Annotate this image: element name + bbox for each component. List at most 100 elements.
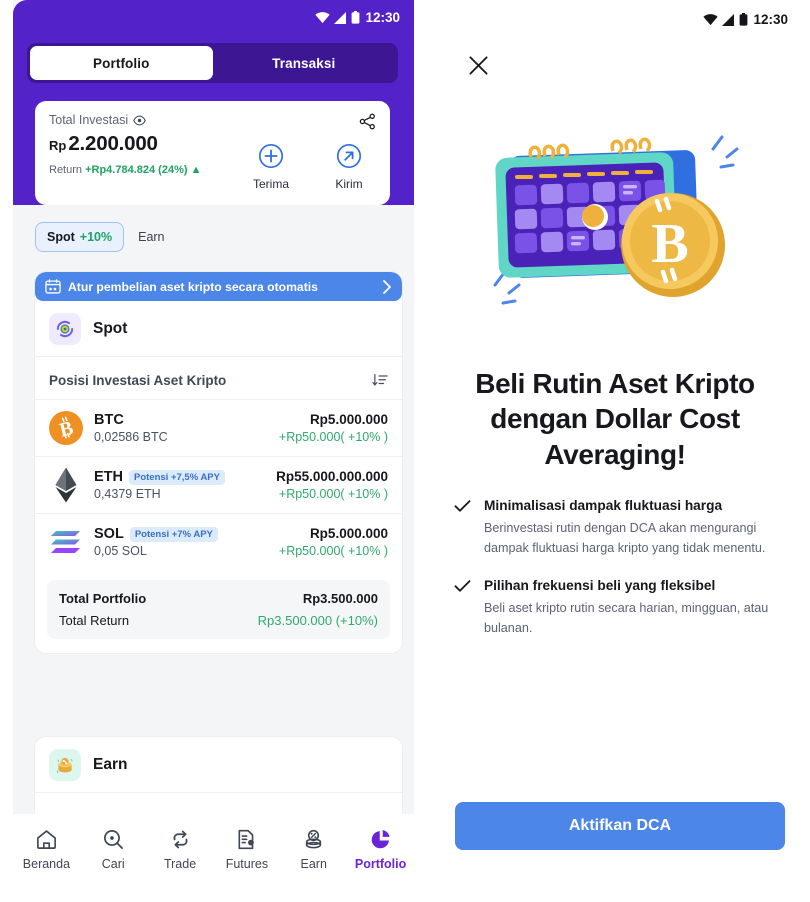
list-item: Pilihan frekuensi beli yang fleksibel Be… xyxy=(454,578,794,638)
dca-banner[interactable]: Atur pembelian aset kripto secara otomat… xyxy=(35,272,402,301)
total-portfolio-label: Total Portfolio xyxy=(59,591,147,606)
status-bar-icons xyxy=(315,11,360,24)
chip-earn[interactable]: Earn xyxy=(132,223,175,251)
tab-portfolio-label: Portfolio xyxy=(93,55,150,71)
calendar-bitcoin-illustration: B xyxy=(420,122,810,322)
ethereum-logo xyxy=(49,467,83,503)
document-icon xyxy=(213,826,280,852)
check-icon xyxy=(454,498,472,558)
signal-icon xyxy=(722,14,735,26)
feature-description: Berinvestasi rutin dengan DCA akan mengu… xyxy=(484,521,766,555)
nav-item-portfolio[interactable]: Portfolio xyxy=(347,826,414,871)
currency-prefix: Rp xyxy=(49,138,67,153)
chip-spot-label: Spot xyxy=(47,230,75,244)
nav-item-earn[interactable]: Earn xyxy=(280,826,347,871)
battery-icon xyxy=(352,11,360,24)
list-item: Minimalisasi dampak fluktuasi harga Beri… xyxy=(454,498,794,558)
spot-section-title: Spot xyxy=(93,319,128,337)
asset-info: BTC 0,02586 BTC xyxy=(94,412,268,444)
asset-value: Rp5.000.000 xyxy=(309,526,388,541)
status-bar-time: 12:30 xyxy=(365,10,400,25)
chevron-right-icon xyxy=(383,279,391,294)
check-icon xyxy=(454,578,472,638)
solana-logo xyxy=(49,525,83,559)
bitcoin-logo: B xyxy=(49,411,83,445)
arrow-up-right-circle-icon xyxy=(320,143,378,174)
status-bar-icons-right xyxy=(703,13,748,26)
nav-item-cari[interactable]: Cari xyxy=(80,826,147,871)
asset-apy-badge: Potensi +7,5% APY xyxy=(129,469,225,485)
balance-value: 2.200.000 xyxy=(68,132,158,155)
asset-name-row: BTC xyxy=(94,412,268,428)
positions-header: Posisi Investasi Aset Kripto xyxy=(35,357,402,399)
total-return-value: Rp3.500.000 (+10%) xyxy=(257,613,378,628)
total-portfolio-value: Rp3.500.000 xyxy=(302,591,378,606)
nav-item-futures-label: Futures xyxy=(225,857,269,871)
action-terima[interactable]: Terima xyxy=(242,143,300,191)
close-icon[interactable] xyxy=(465,52,491,78)
wifi-icon xyxy=(315,12,331,24)
nav-item-trade-label: Trade xyxy=(163,857,197,871)
calendar-repeat-icon xyxy=(45,279,61,294)
share-icon[interactable] xyxy=(359,113,376,135)
earn-section-title: Earn xyxy=(93,755,128,773)
table-row[interactable]: ETH Potensi +7,5% APY 0,4379 ETH Rp55.00… xyxy=(35,456,402,513)
chip-earn-label: Earn xyxy=(138,230,165,244)
dca-promo-panel: 12:30 B Beli Rutin Aset Kripto dengan Do… xyxy=(420,0,810,902)
feature-list: Minimalisasi dampak fluktuasi harga Beri… xyxy=(454,498,794,638)
asset-change: +Rp50.000( +10% ) xyxy=(278,544,388,558)
positions-title: Posisi Investasi Aset Kripto xyxy=(49,373,227,388)
asset-quantity: 0,02586 BTC xyxy=(94,430,168,444)
nav-item-beranda[interactable]: Beranda xyxy=(13,826,80,871)
eye-icon[interactable] xyxy=(133,114,146,127)
nav-item-futures[interactable]: Futures xyxy=(213,826,280,871)
asset-quantity: 0,05 SOL xyxy=(94,544,147,558)
spot-refresh-icon xyxy=(49,312,81,345)
total-investment-text: Total Investasi xyxy=(49,113,129,127)
pie-chart-icon xyxy=(347,826,414,852)
total-return-label: Total Return xyxy=(59,613,130,628)
dca-banner-text: Atur pembelian aset kripto secara otomat… xyxy=(68,279,318,294)
earn-coins-icon xyxy=(49,748,81,781)
battery-icon xyxy=(740,13,748,26)
asset-values: Rp55.000.000.000 +Rp50.000( +10% ) xyxy=(276,469,388,501)
chip-spot[interactable]: Spot +10% xyxy=(35,222,125,252)
filter-chips: Spot +10% Earn xyxy=(35,222,176,252)
totals-box: Total Portfolio Rp3.500.000 Total Return… xyxy=(47,580,390,639)
asset-values: Rp5.000.000 +Rp50.000( +10% ) xyxy=(279,526,388,558)
table-row[interactable]: SOL Potensi +7% APY 0,05 SOL Rp5.000.000… xyxy=(35,513,402,570)
asset-apy-badge: Potensi +7% APY xyxy=(129,526,218,542)
status-bar: 12:30 xyxy=(315,10,400,25)
asset-symbol: BTC xyxy=(94,412,124,428)
action-kirim-label: Kirim xyxy=(335,177,363,191)
feature-text: Pilihan frekuensi beli yang fleksibel Be… xyxy=(484,578,794,638)
status-bar-time-right: 12:30 xyxy=(753,12,788,27)
home-icon xyxy=(13,826,80,852)
tab-transaksi[interactable]: Transaksi xyxy=(213,46,396,80)
nav-item-earn-label: Earn xyxy=(300,857,327,871)
total-portfolio-row: Total Portfolio Rp3.500.000 xyxy=(59,591,378,606)
total-investment-label: Total Investasi xyxy=(49,113,376,127)
activate-dca-button[interactable]: Aktifkan DCA xyxy=(455,802,785,850)
signal-icon xyxy=(334,12,347,24)
return-label: Return xyxy=(49,164,83,176)
action-terima-label: Terima xyxy=(252,177,289,191)
plus-circle-icon xyxy=(242,143,300,174)
tab-portfolio[interactable]: Portfolio xyxy=(30,46,213,80)
nav-item-cari-label: Cari xyxy=(101,857,125,871)
earn-section-header: Earn xyxy=(35,737,402,793)
sort-icon[interactable] xyxy=(372,373,388,388)
table-row[interactable]: B BTC 0,02586 BTC Rp5.000.000 +Rp50.000(… xyxy=(35,399,402,456)
asset-change: +Rp50.000( +10% ) xyxy=(278,487,388,501)
asset-symbol: ETH xyxy=(94,469,123,485)
balance-card: Total Investasi Rp2.200.000 Return +Rp4.… xyxy=(35,101,390,205)
asset-change: +Rp50.000( +10% ) xyxy=(278,430,388,444)
nav-item-beranda-label: Beranda xyxy=(22,857,71,871)
nav-item-trade[interactable]: Trade xyxy=(147,826,214,871)
chip-spot-pct: +10% xyxy=(79,230,113,244)
swap-icon xyxy=(147,826,214,852)
return-value: +Rp4.784.824 (24%) ▲ xyxy=(85,164,202,176)
page-title: Beli Rutin Aset Kripto dengan Dollar Cos… xyxy=(475,368,755,470)
asset-value: Rp5.000.000 xyxy=(309,412,388,427)
action-kirim[interactable]: Kirim xyxy=(320,143,378,191)
